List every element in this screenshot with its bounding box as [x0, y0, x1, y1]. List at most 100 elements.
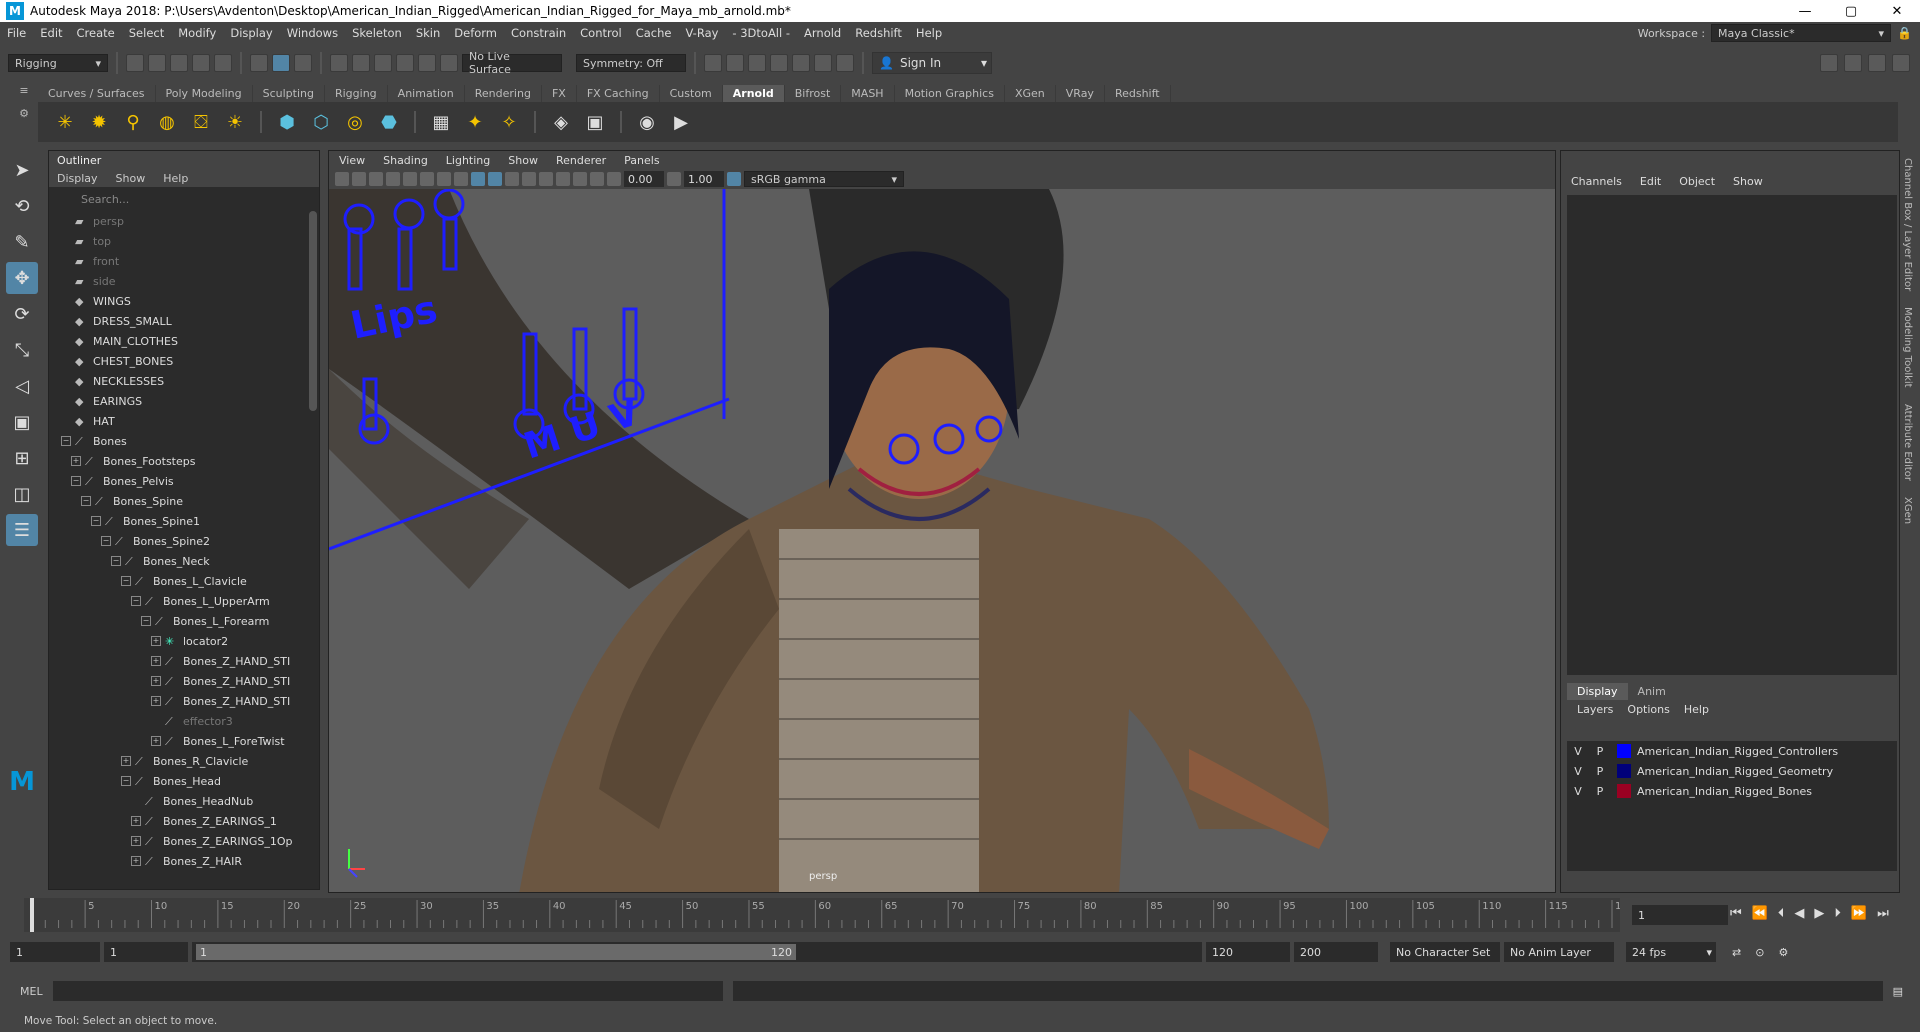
select-hierarchy-icon[interactable]	[250, 54, 268, 72]
shelf-tab-animation[interactable]: Animation	[388, 85, 465, 102]
viewport-canvas[interactable]: Lips M U V persp	[329, 189, 1556, 893]
outliner-item[interactable]: − ⟋ Bones_L_Clavicle	[49, 571, 307, 591]
shelf-settings-icon[interactable]: ⚙	[10, 107, 38, 120]
playback-start-field[interactable]: 1	[104, 942, 188, 962]
outliner-item[interactable]: ⟋ effector3	[49, 711, 307, 731]
expand-toggle-icon[interactable]: +	[151, 676, 161, 686]
layer-row[interactable]: V P American_Indian_Rigged_Controllers	[1567, 741, 1897, 761]
layer-row[interactable]: V P American_Indian_Rigged_Bones	[1567, 781, 1897, 801]
expand-toggle-icon[interactable]: +	[151, 656, 161, 666]
ipr-render-icon[interactable]	[748, 54, 766, 72]
four-view-icon[interactable]: ⊞	[6, 442, 38, 474]
snap-point-icon[interactable]	[374, 54, 392, 72]
side-tab-modeling-toolkit[interactable]: Modeling Toolkit	[1900, 299, 1915, 396]
layer-color-swatch[interactable]	[1617, 764, 1631, 778]
menu-create[interactable]: Create	[70, 26, 122, 40]
hypershade-icon[interactable]	[792, 54, 810, 72]
shelf-tab-custom[interactable]: Custom	[660, 85, 723, 102]
outliner-menu-help[interactable]: Help	[163, 172, 188, 185]
range-handle[interactable]: 1 120	[196, 944, 796, 960]
channel-menu-show[interactable]: Show	[1733, 175, 1763, 188]
save-scene-icon[interactable]	[170, 54, 188, 72]
ambient-occlusion-icon[interactable]	[556, 172, 570, 186]
step-back-key-icon[interactable]: ⏪	[1752, 906, 1768, 921]
menu-help[interactable]: Help	[909, 26, 949, 40]
layer-visibility-toggle[interactable]: V	[1567, 745, 1589, 758]
shelf-tab-rendering[interactable]: Rendering	[465, 85, 542, 102]
time-ticks[interactable]: 5 10 15 20 25 30 35 40 45 50 55 60 65 70 75 80 85 90 95 100…	[24, 898, 1620, 932]
expand-toggle-icon[interactable]: −	[91, 516, 101, 526]
layer-color-swatch[interactable]	[1617, 784, 1631, 798]
expand-toggle-icon[interactable]: +	[131, 836, 141, 846]
redo-icon[interactable]	[214, 54, 232, 72]
menu-arnold[interactable]: Arnold	[797, 26, 848, 40]
single-view-icon[interactable]: ▣	[6, 406, 38, 438]
photometric-light-icon[interactable]: ⚲	[120, 109, 146, 135]
physical-sky-icon[interactable]: ☀	[222, 109, 248, 135]
color-management-icon[interactable]	[727, 172, 741, 186]
menu-set-dropdown[interactable]: Rigging ▾	[8, 54, 108, 72]
shelf-tab-bifrost[interactable]: Bifrost	[785, 85, 842, 102]
channel-menu-channels[interactable]: Channels	[1571, 175, 1622, 188]
outliner-item[interactable]: + ⟋ Bones_Z_EARINGS_1	[49, 811, 307, 831]
menu-3dtoall[interactable]: - 3DtoAll -	[725, 26, 797, 40]
outliner-item[interactable]: ◆ WINGS	[49, 291, 307, 311]
two-view-icon[interactable]: ◫	[6, 478, 38, 510]
wireframe-on-shaded-icon[interactable]	[488, 172, 502, 186]
shelf-tab-vray[interactable]: VRay	[1056, 85, 1105, 102]
outliner-item[interactable]: ▰ persp	[49, 211, 307, 231]
select-tool-icon[interactable]: ➤	[6, 154, 38, 186]
render-frame-icon[interactable]	[704, 54, 722, 72]
shelf-tab-mash[interactable]: MASH	[841, 85, 895, 102]
shelf-tab-poly-modeling[interactable]: Poly Modeling	[156, 85, 253, 102]
exposure-icon[interactable]	[607, 172, 621, 186]
outliner-item[interactable]: ◆ MAIN_CLOTHES	[49, 331, 307, 351]
outliner-scrollbar[interactable]	[309, 211, 317, 411]
outliner-item[interactable]: − ⟋ Bones_Spine	[49, 491, 307, 511]
auto-key-icon[interactable]: ⊙	[1755, 946, 1764, 959]
channel-menu-edit[interactable]: Edit	[1640, 175, 1661, 188]
symmetry-dropdown[interactable]: Symmetry: Off	[576, 54, 686, 72]
render-view-icon[interactable]	[814, 54, 832, 72]
current-time-marker[interactable]	[30, 898, 34, 932]
undo-icon[interactable]	[192, 54, 210, 72]
close-button[interactable]: ✕	[1874, 4, 1920, 19]
shelf-tab-fx-caching[interactable]: FX Caching	[577, 85, 660, 102]
outliner-item[interactable]: + ⟋ Bones_Z_HAND_STI	[49, 691, 307, 711]
exposure-field[interactable]: 0.00	[624, 171, 664, 187]
expand-toggle-icon[interactable]: +	[151, 636, 161, 646]
attribute-editor-icon[interactable]	[1844, 54, 1862, 72]
expand-toggle-icon[interactable]: −	[131, 596, 141, 606]
image-plane-icon[interactable]	[386, 172, 400, 186]
lights-icon[interactable]	[522, 172, 536, 186]
expand-toggle-icon[interactable]: −	[121, 776, 131, 786]
outliner-item[interactable]: ▰ top	[49, 231, 307, 251]
live-surface-field[interactable]: No Live Surface	[462, 50, 562, 76]
outliner-item[interactable]: ▰ side	[49, 271, 307, 291]
outliner-item[interactable]: − ⟋ Bones_L_UpperArm	[49, 591, 307, 611]
outliner-item[interactable]: − ⟋ Bones_Spine2	[49, 531, 307, 551]
camera-select-icon[interactable]	[335, 172, 349, 186]
script-editor-icon[interactable]: ▤	[1893, 985, 1903, 998]
expand-toggle-icon[interactable]: −	[111, 556, 121, 566]
select-component-icon[interactable]	[294, 54, 312, 72]
lasso-tool-icon[interactable]: ⟲	[6, 190, 38, 222]
menu-constrain[interactable]: Constrain	[504, 26, 573, 40]
scale-tool-icon[interactable]: ⤡	[6, 334, 38, 366]
channel-box-icon[interactable]	[1892, 54, 1910, 72]
loop-icon[interactable]: ⇄	[1732, 946, 1741, 959]
current-frame-field[interactable]: 1	[1632, 905, 1728, 925]
playblast-icon[interactable]: ▶	[668, 109, 694, 135]
lock-icon[interactable]: 🔒	[1897, 26, 1912, 40]
shelf-tab-rigging[interactable]: Rigging	[325, 85, 388, 102]
side-tab-attribute-editor[interactable]: Attribute Editor	[1900, 396, 1915, 489]
preview-eye-icon[interactable]: ◉	[634, 109, 660, 135]
layer-menu-options[interactable]: Options	[1627, 703, 1669, 716]
menu-skeleton[interactable]: Skeleton	[345, 26, 409, 40]
flush-cache-icon[interactable]: ✦	[462, 109, 488, 135]
grid-icon[interactable]	[403, 172, 417, 186]
export-standin-icon[interactable]: ⬡	[308, 109, 334, 135]
expand-toggle-icon[interactable]: +	[131, 856, 141, 866]
film-gate-icon[interactable]	[420, 172, 434, 186]
smooth-shade-icon[interactable]	[471, 172, 485, 186]
